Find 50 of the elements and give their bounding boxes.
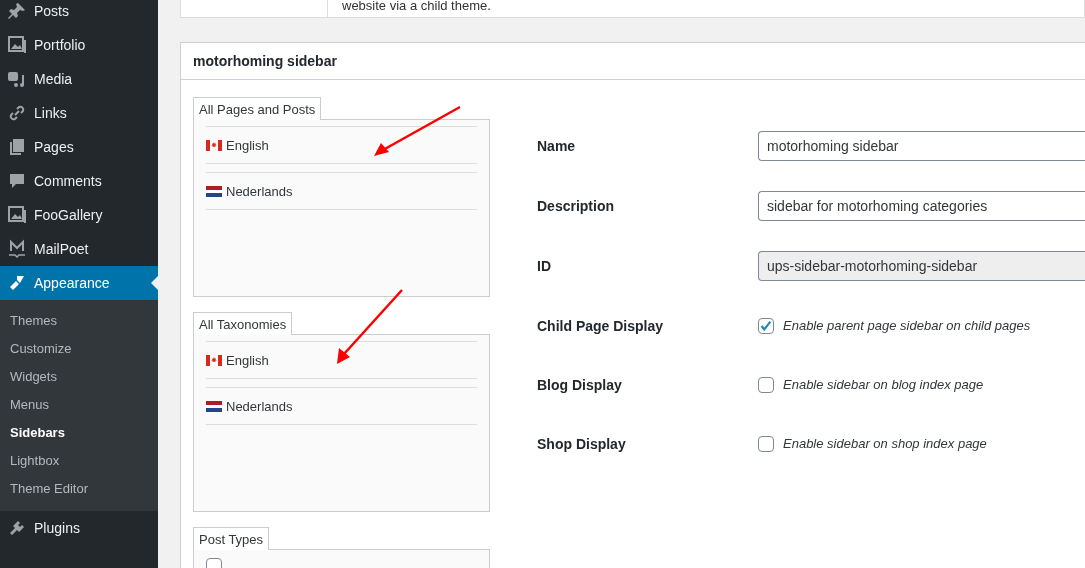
checkbox-label: Enable sidebar on blog index page [783, 377, 984, 392]
checkbox-label: Enable parent page sidebar on child pages [783, 318, 1031, 333]
submenu-item[interactable]: Themes [0, 307, 158, 335]
menu-item[interactable]: Posts [0, 0, 158, 28]
flag-icon [206, 354, 222, 366]
menu-item[interactable]: Plugins [0, 511, 158, 545]
flag-icon [206, 400, 222, 412]
pin-icon [7, 1, 27, 21]
menu-item[interactable]: Media [0, 62, 158, 96]
field-label: Child Page Display [537, 317, 665, 334]
field-label: Description [537, 198, 615, 214]
submenu-item[interactable]: Lightbox [0, 447, 158, 475]
field-label: ID [537, 258, 552, 274]
field-label: Shop Display [537, 435, 627, 452]
checkbox[interactable] [758, 435, 774, 452]
menu-item[interactable]: Portfolio [0, 28, 158, 62]
menu-item[interactable]: Comments [0, 164, 158, 198]
menu-item[interactable]: Links [0, 96, 158, 130]
tab[interactable]: Post Types [193, 527, 270, 550]
submenu-item[interactable]: Widgets [0, 363, 158, 391]
flag-icon [206, 139, 222, 151]
submenu-item[interactable]: Theme Editor [0, 475, 158, 503]
mail-icon [7, 239, 27, 259]
language-item[interactable]: Nederlands [206, 387, 477, 425]
tab[interactable]: All Pages and Posts [193, 97, 322, 120]
submenu-item[interactable]: Customize [0, 335, 158, 363]
link-icon [7, 103, 27, 123]
language-item[interactable]: Nederlands [206, 172, 477, 210]
checkbox-label: Enable sidebar on shop index page [783, 436, 987, 451]
menu-item[interactable]: FooGallery [0, 198, 158, 232]
tab[interactable]: All Taxonomies [193, 312, 293, 335]
field-label: Blog Display [537, 376, 623, 393]
comment-icon [7, 171, 27, 191]
checkbox[interactable] [758, 376, 774, 393]
menu-item[interactable]: Appearance [0, 266, 158, 300]
pages-icon [7, 137, 27, 157]
menu-item[interactable]: MailPoet [0, 232, 158, 266]
checkbox[interactable] [758, 317, 774, 334]
submenu-item[interactable]: Sidebars [0, 419, 158, 447]
flag-icon [206, 185, 222, 197]
field-label: Name [537, 138, 577, 154]
submenu-item[interactable]: Menus [0, 391, 158, 419]
description-text: website via a child theme. [341, 0, 491, 15]
text-field[interactable]: motorhoming sidebar [758, 131, 1085, 161]
gallery-icon [7, 35, 27, 55]
menu-item[interactable]: Pages [0, 130, 158, 164]
gallery-icon [7, 205, 27, 225]
text-field[interactable]: sidebar for motorhoming categories [758, 191, 1085, 221]
media-icon [7, 69, 27, 89]
panel-title: motorhoming sidebar [181, 43, 1085, 80]
